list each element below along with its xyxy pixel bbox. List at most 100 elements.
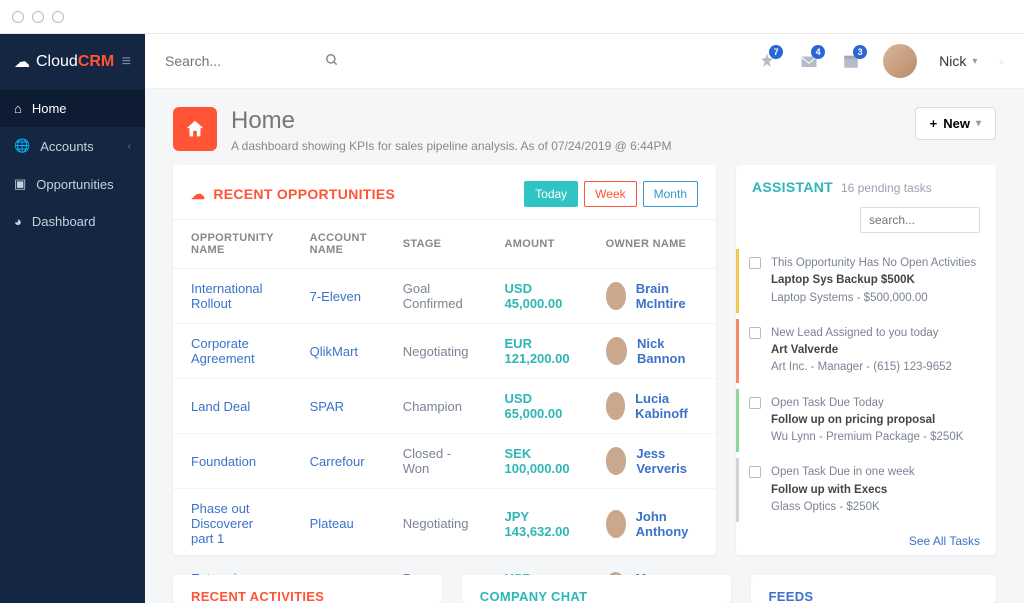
th-amount[interactable]: AMOUNT bbox=[487, 220, 588, 269]
sidebar-item-accounts[interactable]: 🌐 Accounts ‹ bbox=[0, 127, 145, 165]
task-checkbox[interactable] bbox=[749, 257, 761, 269]
stage-cell: Champion bbox=[385, 379, 487, 434]
owner-cell[interactable]: Brain McIntire bbox=[588, 269, 716, 324]
table-row: Land DealSPARChampionUSD 65,000.00Lucia … bbox=[173, 379, 716, 434]
assistant-task[interactable]: This Opportunity Has No Open ActivitiesL… bbox=[736, 249, 996, 313]
th-account-name[interactable]: ACCOUNT NAME bbox=[292, 220, 385, 269]
page-subtitle: A dashboard showing KPIs for sales pipel… bbox=[231, 139, 671, 153]
account-name-cell[interactable]: SPAR bbox=[292, 379, 385, 434]
task-text: This Opportunity Has No Open ActivitiesL… bbox=[771, 255, 976, 307]
subtitle-text: A dashboard showing KPIs for sales pipel… bbox=[231, 139, 551, 153]
new-button[interactable]: + New ▾ bbox=[915, 107, 996, 140]
sidebar-item-opportunities[interactable]: ▣ Opportunities bbox=[0, 165, 145, 203]
window-chrome bbox=[0, 0, 1024, 34]
account-name-cell[interactable]: Carrefour bbox=[292, 434, 385, 489]
sidebar-item-label: Opportunities bbox=[36, 177, 113, 192]
table-row: International Rollout7-ElevenGoal Confir… bbox=[173, 269, 716, 324]
search-icon[interactable] bbox=[325, 53, 339, 70]
window-minimize-icon[interactable] bbox=[32, 11, 44, 23]
owner-cell[interactable]: Lucia Kabinoff bbox=[588, 379, 716, 434]
page-title: Home bbox=[231, 107, 671, 135]
card-title-text: RECENT OPPORTUNITIES bbox=[213, 186, 395, 202]
assistant-search-input[interactable] bbox=[860, 207, 980, 233]
chevron-down-icon: ▾ bbox=[976, 118, 981, 129]
user-avatar[interactable] bbox=[883, 44, 917, 78]
card-title: ☁ RECENT OPPORTUNITIES bbox=[191, 186, 395, 203]
th-opportunity-name[interactable]: OPPORTUNITY NAME bbox=[173, 220, 292, 269]
amount-cell: USD 65,000.00 bbox=[487, 379, 588, 434]
assistant-card: ASSISTANT 16 pending tasks This Opportun… bbox=[736, 165, 996, 555]
account-name-cell[interactable]: QlikMart bbox=[292, 324, 385, 379]
owner-cell[interactable]: Nick Bannon bbox=[588, 324, 716, 379]
owner-name: Jess Ververis bbox=[636, 446, 698, 476]
new-button-label: New bbox=[943, 116, 970, 131]
grid-menu-icon[interactable]: ▫ bbox=[999, 54, 1004, 69]
see-all-tasks-link[interactable]: See All Tasks bbox=[736, 528, 996, 560]
cloud-icon: ☁ bbox=[191, 186, 205, 203]
table-row: Phase out Discoverer part 1PlateauNegoti… bbox=[173, 489, 716, 559]
amount-cell: JPY 143,632.00 bbox=[487, 489, 588, 559]
opportunity-name-cell[interactable]: Land Deal bbox=[173, 379, 292, 434]
user-menu[interactable]: Nick ▾ bbox=[939, 53, 977, 69]
owner-cell[interactable]: Jess Ververis bbox=[588, 434, 716, 489]
time-today-button[interactable]: Today bbox=[524, 181, 578, 207]
search-input[interactable] bbox=[165, 53, 285, 69]
home-icon: ⌂ bbox=[14, 101, 22, 116]
account-name-cell[interactable]: 7-Eleven bbox=[292, 269, 385, 324]
notifications-calendar[interactable]: 3 bbox=[841, 51, 861, 71]
amount-cell: USD 45,000.00 bbox=[487, 269, 588, 324]
time-week-button[interactable]: Week bbox=[584, 181, 636, 207]
account-name-cell[interactable]: Plateau bbox=[292, 489, 385, 559]
assistant-task[interactable]: Open Task Due TodayFollow up on pricing … bbox=[736, 389, 996, 453]
sidebar-item-home[interactable]: ⌂ Home bbox=[0, 90, 145, 127]
opportunity-name-cell[interactable]: Corporate Agreement bbox=[173, 324, 292, 379]
mini-title: COMPANY CHAT bbox=[480, 589, 588, 603]
mini-title: FEEDS bbox=[769, 589, 814, 603]
brand-logo[interactable]: ☁ CloudCRM ≡ bbox=[0, 34, 145, 90]
assistant-subtitle: 16 pending tasks bbox=[841, 181, 932, 195]
notifications-bell[interactable]: 7 bbox=[757, 51, 777, 71]
account-name-cell[interactable]: Metro bbox=[292, 559, 385, 576]
owner-avatar bbox=[606, 282, 626, 310]
opportunity-name-cell[interactable]: Enterprise Expand bbox=[173, 559, 292, 576]
owner-cell[interactable]: Mara Waterfall bbox=[588, 559, 716, 576]
table-row: Corporate AgreementQlikMartNegotiatingEU… bbox=[173, 324, 716, 379]
owner-avatar bbox=[606, 510, 626, 538]
task-checkbox[interactable] bbox=[749, 327, 761, 339]
th-owner[interactable]: OWNER NAME bbox=[588, 220, 716, 269]
hamburger-icon[interactable]: ≡ bbox=[122, 53, 131, 71]
th-stage[interactable]: STAGE bbox=[385, 220, 487, 269]
assistant-task[interactable]: New Lead Assigned to you todayArt Valver… bbox=[736, 319, 996, 383]
owner-name: Nick Bannon bbox=[637, 336, 698, 366]
task-text: New Lead Assigned to you todayArt Valver… bbox=[771, 325, 952, 377]
plus-icon: + bbox=[930, 116, 938, 131]
search-wrap bbox=[165, 53, 339, 70]
stage-cell: Prove Value bbox=[385, 559, 487, 576]
main-area: 7 4 3 Nick ▾ ▫ bbox=[145, 34, 1024, 603]
sidebar-item-dashboard[interactable]: ◕ Dashboard bbox=[0, 203, 145, 240]
notifications-mail[interactable]: 4 bbox=[799, 51, 819, 71]
badge-count: 3 bbox=[853, 45, 867, 59]
assistant-title: ASSISTANT bbox=[752, 179, 833, 195]
topbar: 7 4 3 Nick ▾ ▫ bbox=[145, 34, 1024, 89]
task-checkbox[interactable] bbox=[749, 466, 761, 478]
stage-cell: Goal Confirmed bbox=[385, 269, 487, 324]
amount-cell: USD 502,500.00 bbox=[487, 559, 588, 576]
feeds-card: FEEDS bbox=[751, 575, 996, 603]
opportunity-name-cell[interactable]: International Rollout bbox=[173, 269, 292, 324]
mini-title: RECENT ACTIVITIES bbox=[191, 589, 324, 603]
opportunity-name-cell[interactable]: Phase out Discoverer part 1 bbox=[173, 489, 292, 559]
owner-cell[interactable]: John Anthony bbox=[588, 489, 716, 559]
globe-icon: 🌐 bbox=[14, 138, 30, 154]
sidebar: ☁ CloudCRM ≡ ⌂ Home 🌐 Accounts ‹ ▣ Oppor… bbox=[0, 34, 145, 603]
assistant-task[interactable]: Open Task Due in one weekFollow up with … bbox=[736, 458, 996, 522]
time-month-button[interactable]: Month bbox=[643, 181, 698, 207]
brand-text-1: Cloud bbox=[36, 53, 78, 70]
sidebar-item-label: Accounts bbox=[40, 139, 93, 154]
owner-name: John Anthony bbox=[636, 509, 698, 539]
task-checkbox[interactable] bbox=[749, 397, 761, 409]
window-zoom-icon[interactable] bbox=[52, 11, 64, 23]
recent-activities-card: RECENT ACTIVITIES bbox=[173, 575, 442, 603]
window-close-icon[interactable] bbox=[12, 11, 24, 23]
opportunity-name-cell[interactable]: Foundation bbox=[173, 434, 292, 489]
